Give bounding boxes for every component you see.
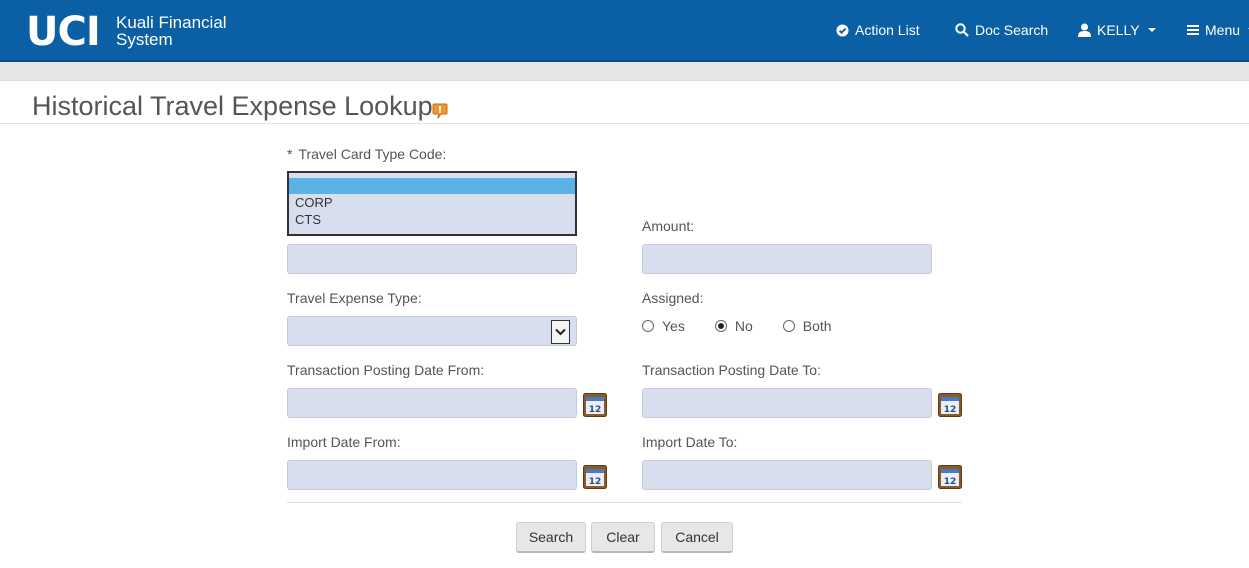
- assigned-both-radio[interactable]: Both: [782, 318, 832, 334]
- hamburger-icon: [1187, 25, 1199, 35]
- radio-circle[interactable]: [714, 320, 727, 332]
- radio-circle[interactable]: [642, 320, 654, 332]
- assigned-yes-radio[interactable]: Yes: [642, 318, 685, 334]
- required-marker: *: [287, 146, 293, 162]
- amount-label: Amount:: [642, 218, 695, 234]
- transaction-posting-date-to-input[interactable]: [642, 388, 932, 418]
- list-option[interactable]: CORP: [289, 194, 575, 211]
- lookup-panel: Historical Travel Expense Lookup: [0, 80, 1249, 568]
- user-icon: [1078, 23, 1091, 37]
- check-circle-icon: [836, 23, 849, 37]
- calendar-icon-number: 12: [944, 477, 957, 487]
- top-navigation-bar: UCI Kuali Financial System Action List D…: [0, 0, 1249, 62]
- travel-expense-type-label: Travel Expense Type:: [287, 290, 422, 306]
- travel-card-type-code-text: Travel Card Type Code:: [298, 146, 447, 162]
- radio-circle[interactable]: [782, 320, 795, 332]
- main-menu[interactable]: Menu: [1187, 22, 1249, 38]
- travel-expense-type-select[interactable]: [287, 316, 577, 346]
- travel-card-type-code-listbox[interactable]: CORP CTS: [287, 171, 577, 236]
- search-button[interactable]: Search: [516, 522, 586, 553]
- calendar-icon-number: 12: [944, 405, 957, 415]
- radio-label: Both: [802, 318, 832, 334]
- action-list-link[interactable]: Action List: [836, 22, 920, 38]
- user-name: KELLY: [1097, 22, 1140, 38]
- transaction-posting-date-from-input[interactable]: [287, 388, 577, 418]
- list-option[interactable]: [289, 178, 575, 194]
- calendar-icon[interactable]: 12: [583, 465, 607, 489]
- import-date-to-input[interactable]: [642, 460, 932, 490]
- app-name: Kuali Financial System: [116, 14, 227, 48]
- cancel-button[interactable]: Cancel: [661, 522, 733, 553]
- page-title: Historical Travel Expense Lookup: [32, 91, 433, 121]
- calendar-icon-number: 12: [589, 477, 602, 487]
- radio-label: No: [734, 318, 753, 334]
- transaction-posting-date-to-label: Transaction Posting Date To:: [642, 362, 821, 378]
- title-bar: Historical Travel Expense Lookup: [0, 81, 1249, 124]
- unlabeled-field-input[interactable]: [287, 244, 577, 274]
- chevron-down-icon: [555, 328, 566, 336]
- assigned-label: Assigned:: [642, 290, 704, 306]
- uci-logo[interactable]: UCI: [26, 10, 101, 54]
- dropdown-button[interactable]: [551, 320, 570, 344]
- calendar-icon[interactable]: 12: [938, 465, 962, 489]
- import-date-from-label: Import Date From:: [287, 434, 401, 450]
- form-divider: [287, 502, 962, 503]
- app-name-line2: System: [116, 30, 173, 49]
- import-date-to-label: Import Date To:: [642, 434, 738, 450]
- doc-search-label: Doc Search: [975, 22, 1049, 38]
- user-menu[interactable]: KELLY: [1078, 22, 1156, 38]
- doc-search-link[interactable]: Doc Search: [955, 22, 1048, 38]
- help-icon[interactable]: [432, 103, 448, 119]
- amount-input[interactable]: [642, 244, 932, 274]
- menu-label: Menu: [1205, 22, 1241, 38]
- calendar-icon[interactable]: 12: [938, 393, 962, 417]
- calendar-icon[interactable]: 12: [583, 393, 607, 417]
- assigned-radio-group: Yes No Both: [642, 318, 862, 334]
- chevron-down-icon: [1147, 28, 1156, 32]
- list-option[interactable]: CTS: [289, 211, 575, 228]
- import-date-from-input[interactable]: [287, 460, 577, 490]
- app-name-line1: Kuali Financial: [116, 13, 227, 32]
- assigned-no-radio[interactable]: No: [714, 318, 753, 334]
- calendar-icon-number: 12: [589, 405, 602, 415]
- clear-button[interactable]: Clear: [591, 522, 655, 553]
- action-list-label: Action List: [855, 22, 920, 38]
- radio-label: Yes: [662, 318, 685, 334]
- travel-card-type-code-label: * Travel Card Type Code:: [287, 146, 446, 162]
- search-icon: [955, 23, 969, 37]
- transaction-posting-date-from-label: Transaction Posting Date From:: [287, 362, 485, 378]
